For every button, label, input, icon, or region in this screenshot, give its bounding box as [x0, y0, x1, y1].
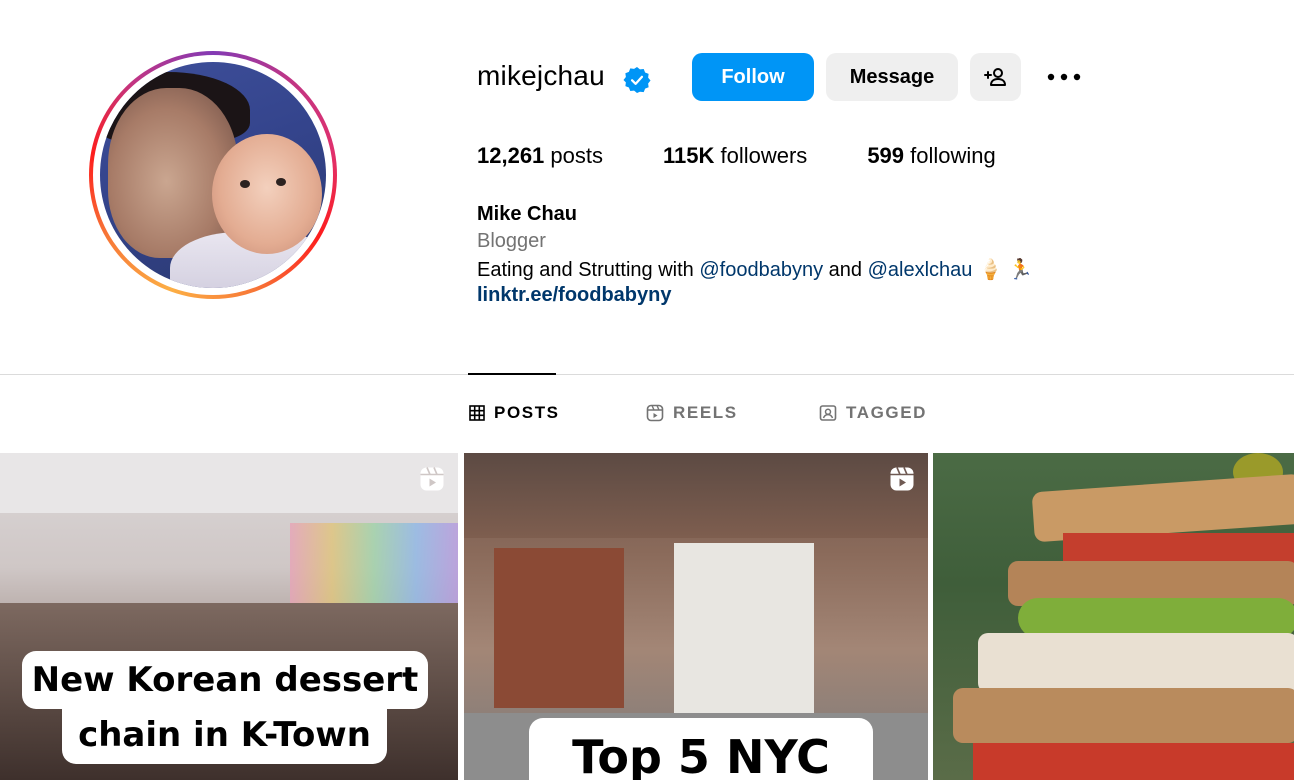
post-photo-storefront: [674, 543, 814, 713]
bio-emoji: 🍦 🏃: [972, 259, 1034, 281]
post-photo-tomato: [1063, 533, 1294, 563]
category-label: Blogger: [477, 230, 546, 252]
post-photo-tomato: [973, 743, 1294, 780]
bio-text: and: [823, 259, 868, 281]
avatar-photo-baby: [212, 134, 322, 254]
message-button[interactable]: Message: [826, 53, 958, 101]
post-caption: New Korean dessert: [22, 651, 428, 709]
follow-button[interactable]: Follow: [692, 53, 814, 101]
post-photo-turkey: [978, 633, 1294, 693]
avatar[interactable]: [100, 62, 326, 288]
avatar-photo-eye: [276, 178, 286, 186]
post-photo-lettuce: [1018, 598, 1294, 638]
profile-stats: 12,261 posts 115K followers 599 followin…: [477, 143, 1056, 169]
tab-label: REELS: [673, 403, 738, 422]
full-name: Mike Chau: [477, 203, 578, 225]
post-caption: chain in K-Town: [62, 706, 387, 764]
reel-badge-icon: [420, 467, 444, 491]
more-options-button[interactable]: [1040, 53, 1088, 101]
post-photo-fire-escape: [464, 453, 928, 538]
tabs-divider: [0, 374, 1294, 375]
post-photo-rainbow: [290, 523, 458, 603]
reels-icon: [646, 404, 664, 422]
stat-followers[interactable]: 115K followers: [663, 143, 807, 169]
active-tab-indicator: [468, 373, 556, 375]
add-user-icon: [983, 68, 1006, 86]
external-link[interactable]: linktr.ee/foodbabyny: [477, 284, 671, 307]
profile-avatar-ring[interactable]: [89, 51, 337, 299]
username: mikejchau: [477, 60, 605, 91]
tab-label: POSTS: [494, 403, 560, 422]
bio-text: Eating and Strutting with: [477, 259, 700, 281]
more-options-icon: [1047, 73, 1081, 81]
tab-tagged[interactable]: TAGGED: [819, 403, 927, 423]
mention-link[interactable]: @alexlchau: [868, 259, 973, 281]
reel-badge-icon: [890, 467, 914, 491]
tab-label: TAGGED: [846, 403, 928, 422]
post-photo-bread: [953, 688, 1294, 743]
stat-following[interactable]: 599 following: [867, 143, 995, 169]
post-caption: Top 5 NYC: [529, 718, 873, 780]
post-thumbnail[interactable]: New Korean dessert chain in K-Town: [0, 453, 458, 780]
post-thumbnail[interactable]: Top 5 NYC: [464, 453, 928, 780]
grid-icon: [469, 405, 485, 421]
verified-badge-icon: [623, 67, 651, 93]
tagged-icon: [819, 405, 837, 421]
post-photo-doorway: [494, 548, 624, 708]
bio: Eating and Strutting with @foodbabyny an…: [477, 257, 1033, 282]
stat-posts: 12,261 posts: [477, 143, 603, 168]
tab-posts[interactable]: POSTS: [469, 403, 560, 423]
avatar-photo-eye: [240, 180, 250, 188]
post-photo-ceiling: [0, 453, 458, 513]
post-thumbnail[interactable]: [933, 453, 1294, 780]
tab-reels[interactable]: REELS: [646, 403, 738, 423]
suggested-users-button[interactable]: [970, 53, 1021, 101]
avatar-gap: [93, 55, 333, 295]
mention-link[interactable]: @foodbabyny: [699, 259, 823, 281]
